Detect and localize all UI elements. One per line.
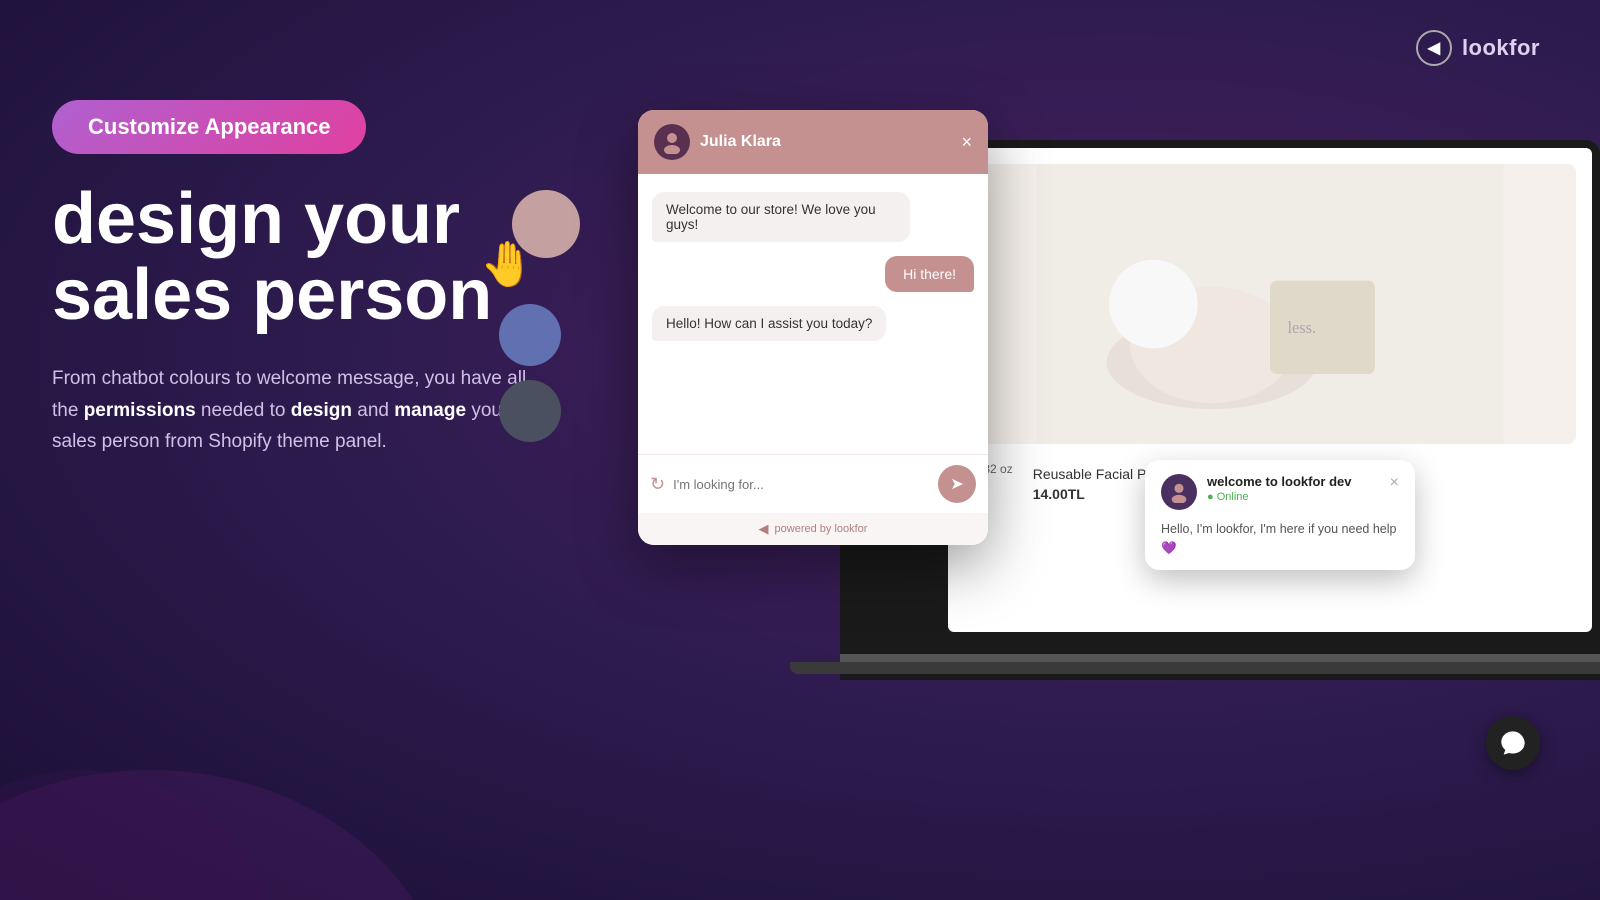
headline-line2: sales person xyxy=(52,258,532,334)
chat-agent-avatar xyxy=(654,124,690,160)
svg-text:less.: less. xyxy=(1288,318,1317,337)
notification-title-area: welcome to lookfor dev ● Online xyxy=(1207,474,1380,503)
swatch-circle-dark xyxy=(499,380,561,442)
chat-refresh-icon[interactable]: ↻ xyxy=(650,474,665,495)
chat-send-button[interactable]: ➤ xyxy=(938,465,976,503)
chat-bubble-button[interactable] xyxy=(1486,716,1540,770)
body-text-bold2: design xyxy=(291,400,352,421)
chat-message-2: Hi there! xyxy=(885,256,974,292)
body-text: From chatbot colours to welcome message,… xyxy=(52,363,532,457)
chat-input-area: ↻ ➤ xyxy=(638,454,988,513)
send-icon: ➤ xyxy=(950,474,963,494)
notification-title: welcome to lookfor dev xyxy=(1207,474,1380,489)
notification-avatar xyxy=(1161,474,1197,510)
body-text-middle2: and xyxy=(352,400,394,421)
mini-notification-widget: welcome to lookfor dev ● Online × Hello,… xyxy=(1145,460,1415,570)
logo-chevron-icon: ◀ xyxy=(1428,38,1440,58)
chat-widget: Julia Klara × Welcome to our store! We l… xyxy=(638,110,988,545)
notification-status: ● Online xyxy=(1207,491,1380,503)
product-image-container: less. xyxy=(964,164,1576,444)
laptop-base xyxy=(790,662,1600,674)
hand-pointer-icon: 🤚 xyxy=(480,238,535,290)
body-text-middle: needed to xyxy=(196,400,291,421)
agent-avatar-icon xyxy=(660,130,684,154)
headline: design your sales person xyxy=(52,182,532,333)
chat-message-1: Welcome to our store! We love you guys! xyxy=(652,192,910,242)
swatch-circle-blue xyxy=(499,304,561,366)
footer-lookfor-icon: ◀ xyxy=(759,521,769,537)
chat-footer: ◀ powered by lookfor xyxy=(638,513,988,545)
headline-line1: design your xyxy=(52,182,532,258)
chat-footer-text: powered by lookfor xyxy=(775,523,868,535)
body-text-bold1: permissions xyxy=(84,400,196,421)
color-swatches-area: 🤚 xyxy=(480,190,580,442)
product-image-svg: less. xyxy=(964,164,1576,444)
chat-message-3: Hello! How can I assist you today? xyxy=(652,306,886,341)
chat-messages-area: Welcome to our store! We love you guys! … xyxy=(638,174,988,454)
bg-wave-decoration xyxy=(0,620,600,900)
notification-header: welcome to lookfor dev ● Online × xyxy=(1161,474,1399,510)
left-content: Customize Appearance design your sales p… xyxy=(52,100,532,457)
logo-icon: ◀ xyxy=(1416,30,1452,66)
swatch-hand-container: 🤚 xyxy=(480,190,580,290)
chat-close-button[interactable]: × xyxy=(961,132,972,153)
notification-close-button[interactable]: × xyxy=(1390,474,1399,492)
chat-bubble-icon xyxy=(1499,729,1527,757)
customize-appearance-button[interactable]: Customize Appearance xyxy=(52,100,366,154)
body-text-bold3: manage xyxy=(394,400,466,421)
notification-message: Hello, I'm lookfor, I'm here if you need… xyxy=(1161,520,1399,558)
notif-avatar-icon xyxy=(1168,481,1190,503)
chat-header: Julia Klara × xyxy=(638,110,988,174)
chat-search-input[interactable] xyxy=(673,477,930,492)
logo-area: ◀ lookfor xyxy=(1416,30,1540,66)
logo-text: lookfor xyxy=(1462,35,1540,61)
chat-agent-name: Julia Klara xyxy=(700,133,951,151)
